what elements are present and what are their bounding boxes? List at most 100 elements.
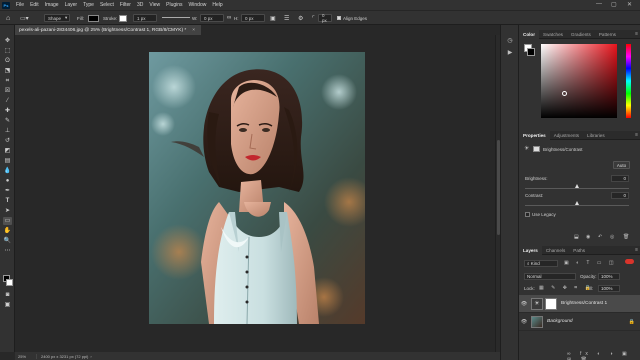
more-tools-icon[interactable]: ⋯ — [3, 247, 12, 255]
status-expand-icon[interactable]: › — [90, 354, 91, 359]
eye-icon[interactable]: 👁 — [519, 301, 529, 307]
eye-icon[interactable]: 👁 — [519, 319, 529, 325]
brightness-slider-track[interactable] — [525, 188, 629, 189]
menu-image[interactable]: Image — [42, 2, 62, 8]
lock-icon[interactable]: 🔒 — [629, 319, 635, 325]
close-document-icon[interactable]: × — [192, 28, 195, 33]
reset-adjustments-icon[interactable]: ↶ — [598, 234, 602, 240]
document-tab[interactable]: pexels-ali-pazani-2834406.jpg @ 25% (Bri… — [15, 25, 201, 35]
blend-mode-select[interactable]: Normal — [524, 273, 576, 280]
layer-mask-icon[interactable] — [533, 146, 540, 152]
history-brush-tool-icon[interactable]: ↺ — [3, 137, 12, 145]
zoom-level[interactable]: 25% — [15, 353, 37, 359]
auto-button[interactable]: Auto — [613, 161, 630, 169]
background-thumbnail[interactable] — [531, 315, 543, 328]
blur-tool-icon[interactable]: 💧 — [3, 167, 12, 175]
properties-panel-menu-icon[interactable]: ≡ — [635, 131, 638, 140]
brightness-slider-thumb[interactable] — [574, 184, 579, 188]
layer-row-brightness-contrast[interactable]: 👁 ☀ Brightness/Contrast 1 — [519, 295, 640, 313]
adjustment-thumbnail[interactable]: ☀ — [531, 297, 543, 310]
tab-libraries[interactable]: Libraries — [583, 131, 609, 140]
contrast-slider-thumb[interactable] — [574, 201, 579, 205]
menu-3d[interactable]: 3D — [134, 2, 146, 8]
history-panel-icon[interactable]: ◷ — [506, 37, 514, 45]
document-image[interactable] — [149, 52, 365, 324]
panel-background-swatch[interactable] — [527, 48, 535, 56]
menu-edit[interactable]: Edit — [27, 2, 42, 8]
menu-help[interactable]: Help — [209, 2, 225, 8]
screen-mode-icon[interactable]: ▣ — [3, 301, 12, 309]
layer-filter-icons[interactable]: ▣ ◐ T ▭ ◫ — [564, 260, 617, 266]
move-tool-icon[interactable]: ✥ — [3, 37, 12, 45]
frame-tool-icon[interactable]: ☒ — [3, 87, 12, 95]
tab-color[interactable]: Color — [519, 29, 539, 39]
hue-slider[interactable] — [626, 44, 631, 118]
stroke-width-field[interactable]: 1 px — [133, 14, 157, 22]
clone-stamp-tool-icon[interactable]: ⊥ — [3, 127, 12, 135]
dodge-tool-icon[interactable]: ● — [3, 177, 12, 185]
close-window-button[interactable]: ✕ — [627, 1, 632, 8]
gradient-tool-icon[interactable]: ▤ — [3, 157, 12, 165]
pen-tool-icon[interactable]: ✒ — [3, 187, 12, 195]
brightness-value-field[interactable]: 0 — [611, 175, 629, 182]
tab-properties[interactable]: Properties — [519, 130, 550, 140]
tab-channels[interactable]: Channels — [542, 246, 569, 255]
path-alignment-icon[interactable]: ☰ — [284, 14, 289, 22]
rectangle-tool-icon[interactable]: ▭ — [3, 217, 12, 225]
tab-swatches[interactable]: Swatches — [539, 30, 567, 39]
menu-window[interactable]: Window — [186, 2, 210, 8]
gear-icon[interactable]: ⚙ — [298, 14, 303, 22]
path-operations-icon[interactable]: ▣ — [270, 14, 276, 22]
contrast-slider-track[interactable] — [525, 205, 629, 206]
width-field[interactable]: 0 px — [200, 14, 224, 22]
menu-filter[interactable]: Filter — [117, 2, 134, 8]
contrast-value-field[interactable]: 0 — [611, 192, 629, 199]
minimize-button[interactable]: — — [596, 1, 602, 7]
link-icon[interactable]: ∞ — [227, 14, 231, 22]
layers-panel-menu-icon[interactable]: ≡ — [635, 246, 638, 255]
layer-name[interactable]: Background — [547, 319, 573, 324]
color-panel-menu-icon[interactable]: ≡ — [635, 30, 638, 39]
healing-brush-tool-icon[interactable]: ✚ — [3, 107, 12, 115]
menu-file[interactable]: File — [13, 2, 27, 8]
path-selection-tool-icon[interactable]: ➤ — [3, 207, 12, 215]
view-previous-state-icon[interactable]: ◉ — [586, 234, 590, 240]
fill-color-swatch[interactable] — [88, 14, 99, 22]
stroke-type-select[interactable] — [162, 17, 190, 18]
toggle-visibility-icon[interactable]: ◎ — [610, 234, 614, 240]
hand-tool-icon[interactable]: ✋ — [3, 227, 12, 235]
home-icon[interactable]: ⌂ — [6, 14, 10, 22]
eyedropper-tool-icon[interactable]: ⁄ — [3, 97, 12, 105]
eraser-tool-icon[interactable]: ◩ — [3, 147, 12, 155]
layer-filter-kind[interactable]: ⌕ Kind — [524, 260, 558, 267]
height-field[interactable]: 0 px — [241, 14, 265, 22]
zoom-tool-icon[interactable]: 🔍 — [3, 237, 12, 245]
menu-view[interactable]: View — [146, 2, 163, 8]
lasso-tool-icon[interactable]: ʘ — [3, 57, 12, 65]
marquee-tool-icon[interactable]: ⬚ — [3, 47, 12, 55]
filter-toggle-switch[interactable] — [625, 259, 634, 264]
layer-row-background[interactable]: 👁 Background 🔒 — [519, 313, 640, 331]
layer-mask-thumbnail[interactable] — [545, 297, 557, 310]
stroke-color-swatch[interactable] — [119, 14, 127, 22]
color-picker-marker[interactable] — [562, 91, 567, 96]
layer-name[interactable]: Brightness/Contrast 1 — [561, 301, 607, 306]
background-color-swatch[interactable] — [6, 279, 13, 286]
brush-tool-icon[interactable]: ✎ — [3, 117, 12, 125]
delete-adjustment-icon[interactable]: 🗑 — [623, 234, 629, 240]
type-tool-icon[interactable]: T — [3, 197, 12, 205]
menu-type[interactable]: Type — [80, 2, 97, 8]
menu-plugins[interactable]: Plugins — [163, 2, 185, 8]
menu-select[interactable]: Select — [97, 2, 117, 8]
color-saturation-field[interactable] — [541, 44, 617, 118]
align-edges-checkbox[interactable]: Align Edges — [337, 14, 367, 22]
shape-tool-preset-icon[interactable]: ▭▾ — [20, 14, 29, 22]
crop-tool-icon[interactable]: ⌗ — [3, 77, 12, 85]
tab-gradients[interactable]: Gradients — [567, 30, 595, 39]
tab-paths[interactable]: Paths — [569, 246, 589, 255]
fill-field[interactable]: 100% — [598, 285, 620, 292]
use-legacy-checkbox[interactable] — [525, 212, 530, 217]
clip-to-layer-icon[interactable]: ⬓ — [574, 234, 579, 240]
actions-panel-icon[interactable]: ▶ — [506, 49, 514, 57]
menu-layer[interactable]: Layer — [62, 2, 81, 8]
